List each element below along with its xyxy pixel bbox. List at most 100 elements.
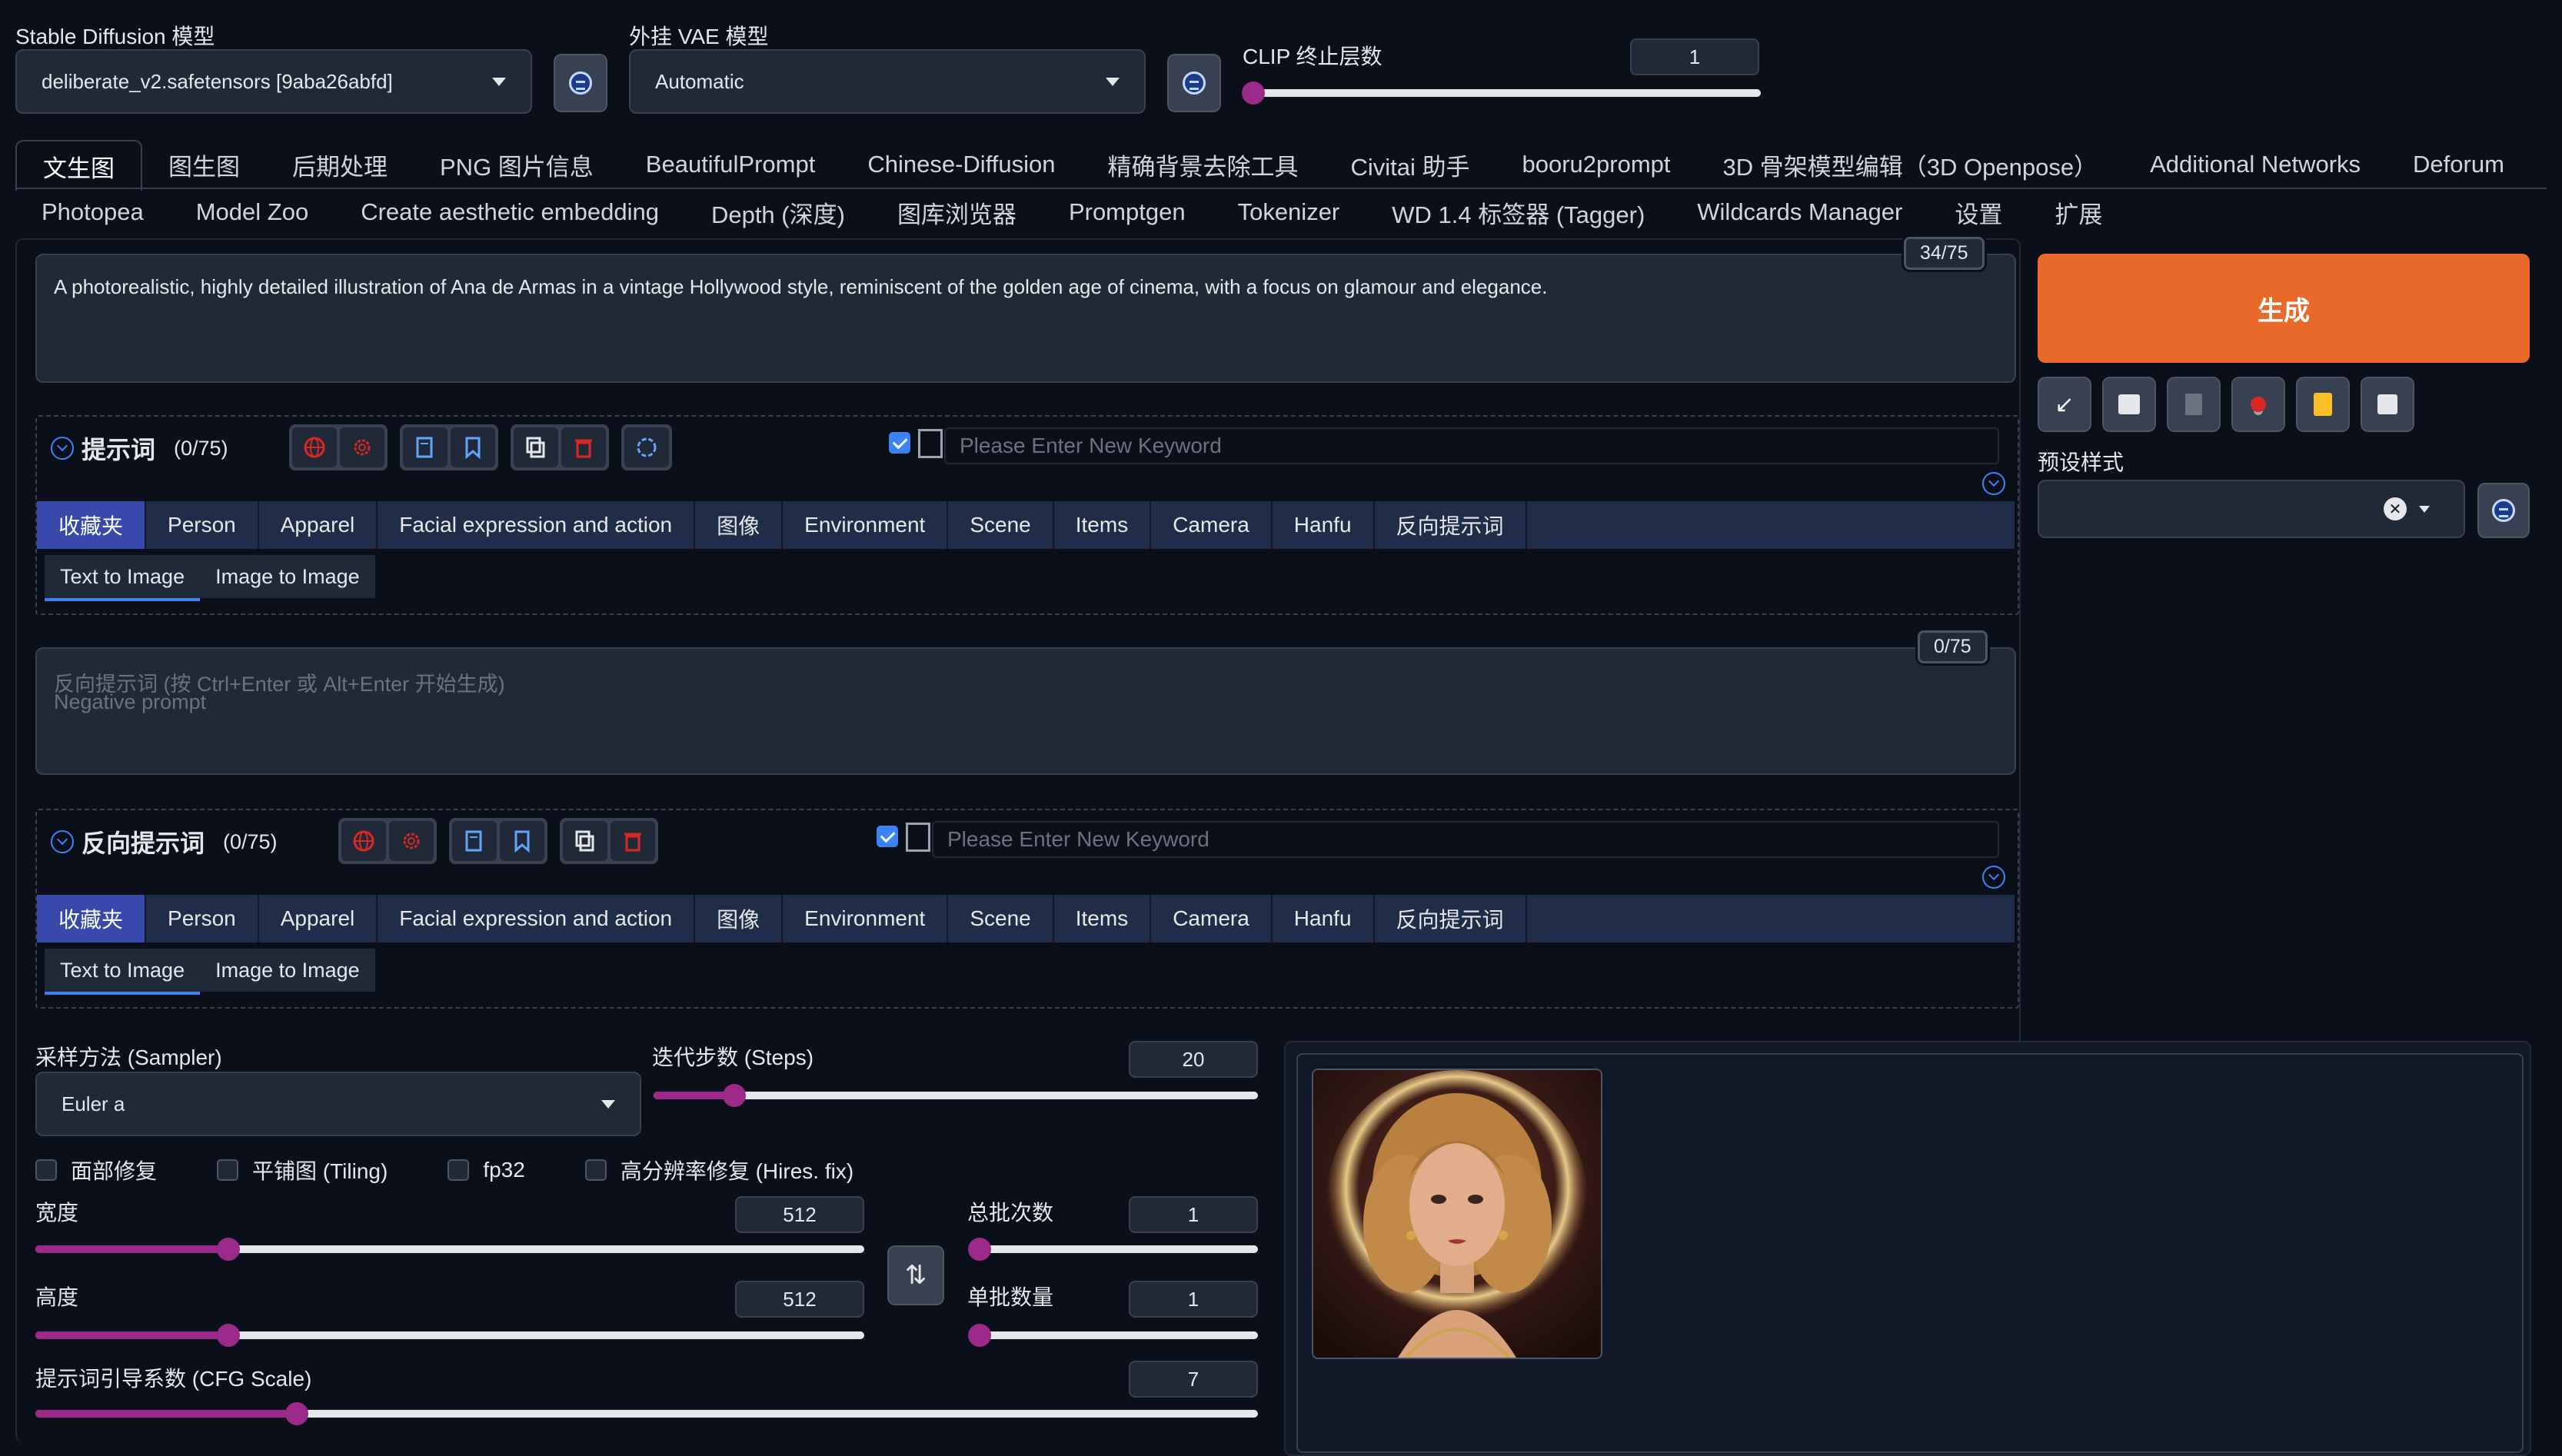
import-button[interactable] bbox=[403, 427, 448, 467]
subtab-image-to-image[interactable]: Image to Image bbox=[200, 555, 375, 598]
steps-value[interactable]: 20 bbox=[1129, 1041, 1258, 1078]
tab-photopea[interactable]: Photopea bbox=[15, 189, 170, 235]
clear-button[interactable] bbox=[611, 821, 655, 861]
batch-size-value[interactable]: 1 bbox=[1129, 1281, 1258, 1318]
paste-params-button[interactable] bbox=[2102, 377, 2156, 432]
category-tab-person[interactable]: Person bbox=[146, 501, 259, 549]
width-slider[interactable] bbox=[35, 1238, 864, 1261]
sd-model-dropdown[interactable]: deliberate_v2.safetensors [9aba26abfd] bbox=[15, 49, 532, 114]
generate-button[interactable]: 生成 bbox=[2038, 254, 2530, 363]
category-tab-apparel[interactable]: Apparel bbox=[259, 501, 378, 549]
category-tab-scene[interactable]: Scene bbox=[948, 895, 1054, 942]
keyword-input[interactable]: Please Enter New Keyword bbox=[944, 427, 1999, 464]
batch-size-slider[interactable] bbox=[968, 1324, 1258, 1347]
swap-dimensions-button[interactable]: ⇅ bbox=[887, 1245, 944, 1305]
steps-slider[interactable] bbox=[654, 1084, 1258, 1107]
tab-additional-networks[interactable]: Additional Networks bbox=[2124, 140, 2387, 189]
tab-wd-1-4-tagger[interactable]: WD 1.4 标签器 (Tagger) bbox=[1366, 189, 1671, 235]
category-tab-camera[interactable]: Camera bbox=[1151, 501, 1273, 549]
checkbox-box[interactable] bbox=[448, 1159, 470, 1181]
refresh-sd-model-button[interactable] bbox=[554, 54, 607, 112]
subtab-image-to-image[interactable]: Image to Image bbox=[200, 949, 375, 992]
tab-promptgen[interactable]: Promptgen bbox=[1043, 189, 1212, 235]
negative-prompt-textarea[interactable]: 反向提示词 (按 Ctrl+Enter 或 Alt+Enter 开始生成) Ne… bbox=[35, 647, 2016, 775]
chatgpt-button[interactable] bbox=[624, 427, 669, 467]
tab-item-0[interactable]: 文生图 bbox=[15, 140, 142, 191]
tab-wildcards-manager[interactable]: Wildcards Manager bbox=[1671, 189, 1928, 235]
category-tab-item-0[interactable]: 收藏夹 bbox=[37, 895, 147, 942]
refresh-styles-button[interactable] bbox=[2477, 483, 2530, 538]
tab-create-aesthetic-embedding[interactable]: Create aesthetic embedding bbox=[334, 189, 685, 235]
category-tab-item-0[interactable]: 收藏夹 bbox=[37, 501, 147, 549]
preset-styles-dropdown[interactable]: ✕ bbox=[2038, 480, 2465, 538]
width-value[interactable]: 512 bbox=[735, 1196, 864, 1233]
copy-button[interactable] bbox=[514, 427, 558, 467]
category-tab-environment[interactable]: Environment bbox=[783, 895, 949, 942]
cfg-scale-value[interactable]: 7 bbox=[1129, 1361, 1258, 1398]
keyword-input[interactable]: Please Enter New Keyword bbox=[932, 821, 1999, 858]
category-tab-item-10[interactable]: 反向提示词 bbox=[1375, 895, 1527, 942]
category-tab-facial-expression-and-action[interactable]: Facial expression and action bbox=[378, 501, 696, 549]
show-extra-networks-button[interactable] bbox=[2231, 377, 2285, 432]
tab-civitai[interactable]: Civitai 助手 bbox=[1324, 140, 1496, 189]
clear-button[interactable] bbox=[561, 427, 606, 467]
refresh-vae-button[interactable] bbox=[1167, 54, 1221, 112]
category-tab-environment[interactable]: Environment bbox=[783, 501, 949, 549]
tab-chinese-diffusion[interactable]: Chinese-Diffusion bbox=[841, 140, 1081, 189]
category-tab-items[interactable]: Items bbox=[1054, 895, 1152, 942]
cfg-scale-slider[interactable] bbox=[35, 1402, 1258, 1425]
category-tab-scene[interactable]: Scene bbox=[948, 501, 1054, 549]
checkbox-box[interactable] bbox=[35, 1159, 57, 1181]
tab-model-zoo[interactable]: Model Zoo bbox=[170, 189, 334, 235]
tab-3d-3d-openpose[interactable]: 3D 骨架模型编辑（3D Openpose） bbox=[1697, 140, 2124, 189]
expand-chevron-icon[interactable] bbox=[1982, 866, 2005, 889]
tab-item-1[interactable]: 图生图 bbox=[142, 140, 266, 189]
read-params-button[interactable]: ↙ bbox=[2038, 377, 2091, 432]
save-style-button[interactable] bbox=[2361, 377, 2414, 432]
clip-skip-slider[interactable] bbox=[1242, 81, 1761, 105]
category-tab-person[interactable]: Person bbox=[146, 895, 259, 942]
tab-deforum[interactable]: Deforum bbox=[2387, 140, 2530, 189]
category-tab-item-4[interactable]: 图像 bbox=[695, 501, 784, 549]
prompt-tag-panel-header[interactable]: 提示词 (0/75) bbox=[51, 430, 228, 466]
bookmark-button[interactable] bbox=[500, 821, 544, 861]
category-tab-camera[interactable]: Camera bbox=[1151, 895, 1273, 942]
tab-item-6[interactable]: 精确背景去除工具 bbox=[1081, 140, 1324, 189]
expand-chevron-icon[interactable] bbox=[1982, 472, 2005, 495]
category-tab-hanfu[interactable]: Hanfu bbox=[1273, 501, 1375, 549]
subtab-text-to-image[interactable]: Text to Image bbox=[45, 555, 201, 601]
apply-style-button[interactable] bbox=[2296, 377, 2350, 432]
translate-settings-button[interactable] bbox=[389, 821, 434, 861]
tab-item-4[interactable]: 图库浏览器 bbox=[871, 189, 1043, 235]
batch-count-slider[interactable] bbox=[968, 1238, 1258, 1261]
category-tab-item-10[interactable]: 反向提示词 bbox=[1375, 501, 1527, 549]
keyword-enable-checkbox[interactable] bbox=[889, 432, 910, 454]
tab-item-9[interactable]: 设置 bbox=[1928, 189, 2028, 235]
category-tab-apparel[interactable]: Apparel bbox=[259, 895, 378, 942]
category-tab-items[interactable]: Items bbox=[1054, 501, 1152, 549]
keyword-enable-checkbox[interactable] bbox=[877, 826, 898, 847]
translate-settings-button[interactable] bbox=[340, 427, 384, 467]
height-value[interactable]: 512 bbox=[735, 1281, 864, 1318]
copy-button[interactable] bbox=[563, 821, 607, 861]
checkbox-option[interactable]: 高分辨率修复 (Hires. fix) bbox=[584, 1155, 853, 1185]
vae-model-dropdown[interactable]: Automatic bbox=[629, 49, 1146, 114]
translate-button[interactable] bbox=[292, 427, 337, 467]
bookmark-button[interactable] bbox=[451, 427, 495, 467]
checkbox-box[interactable] bbox=[217, 1159, 239, 1181]
import-button[interactable] bbox=[452, 821, 497, 861]
tab-png[interactable]: PNG 图片信息 bbox=[414, 140, 620, 189]
height-slider[interactable] bbox=[35, 1324, 864, 1347]
tab-item-2[interactable]: 后期处理 bbox=[266, 140, 414, 189]
clip-skip-value[interactable]: 1 bbox=[1630, 38, 1759, 75]
checkbox-box[interactable] bbox=[584, 1159, 607, 1181]
checkbox-option[interactable]: fp32 bbox=[448, 1158, 525, 1182]
batch-count-value[interactable]: 1 bbox=[1129, 1196, 1258, 1233]
category-tab-item-4[interactable]: 图像 bbox=[695, 895, 784, 942]
negative-tag-panel-header[interactable]: 反向提示词 (0/75) bbox=[51, 824, 278, 859]
generated-image-thumbnail[interactable] bbox=[1312, 1069, 1602, 1359]
tab-tokenizer[interactable]: Tokenizer bbox=[1212, 189, 1366, 235]
category-tab-hanfu[interactable]: Hanfu bbox=[1273, 895, 1375, 942]
checkbox-option[interactable]: 平铺图 (Tiling) bbox=[217, 1155, 388, 1185]
category-tab-facial-expression-and-action[interactable]: Facial expression and action bbox=[378, 895, 696, 942]
